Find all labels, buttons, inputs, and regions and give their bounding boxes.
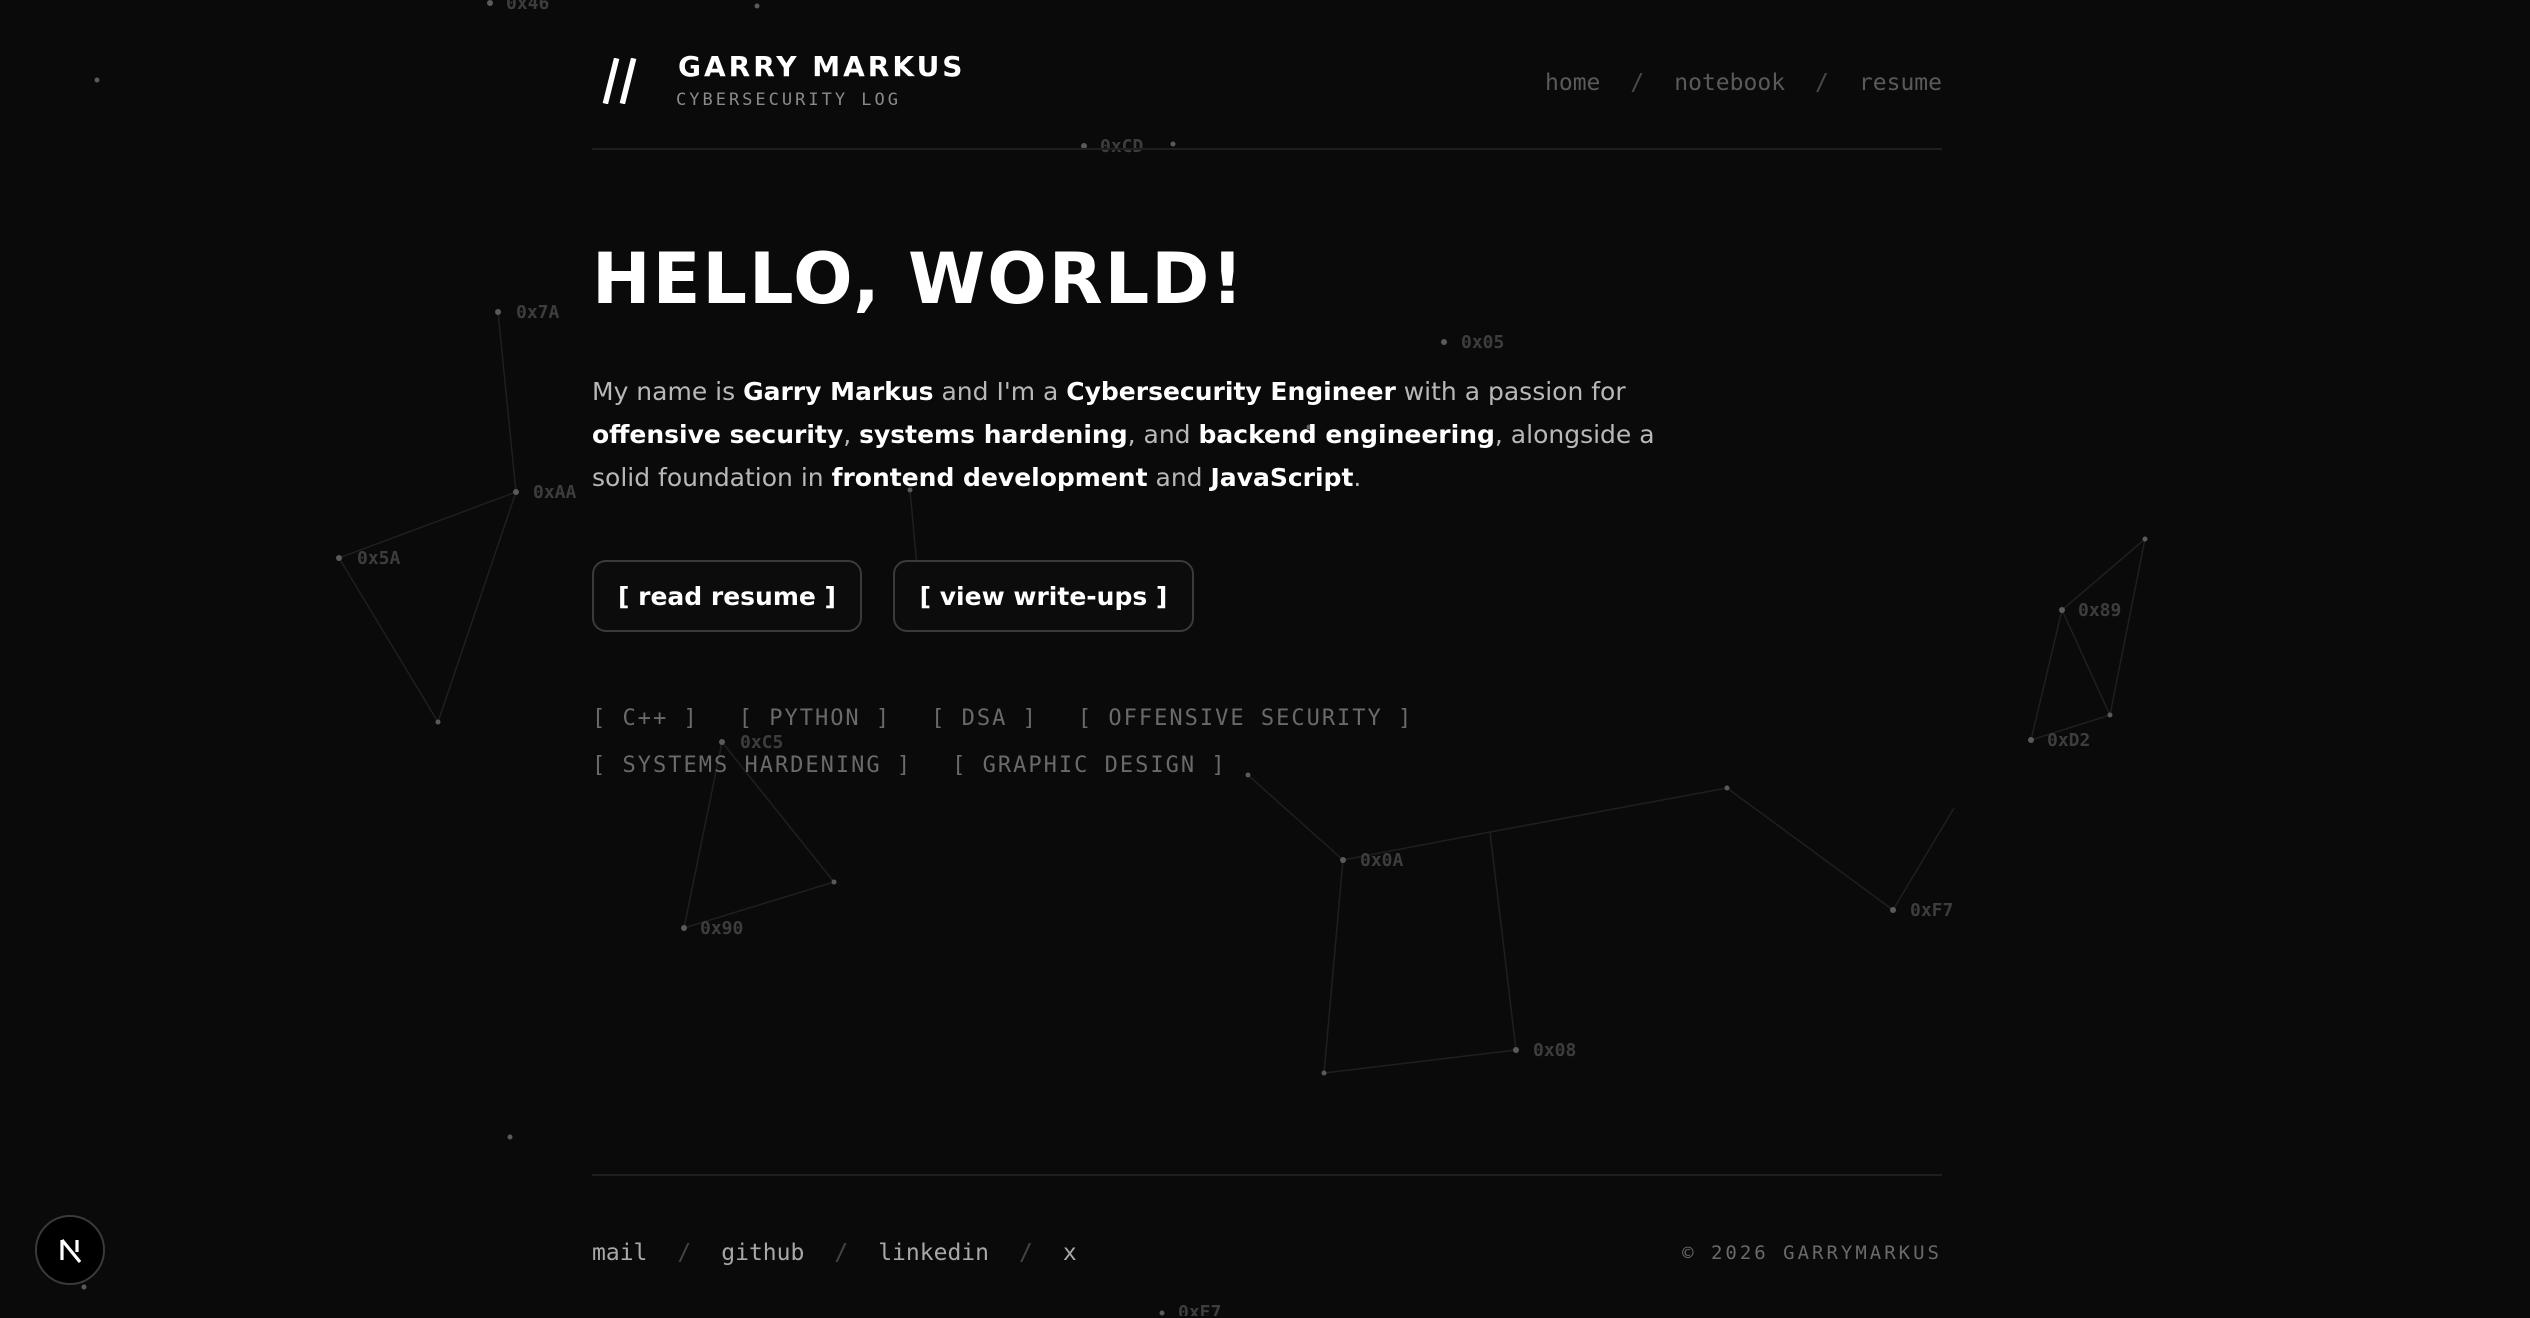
hex-label: 0xF7 — [1910, 900, 1953, 921]
skill-tag: [ DSA ] — [931, 706, 1038, 731]
hero-title: HELLO, WORLD! — [592, 238, 1246, 320]
site-footer: mail / github / linkedin / x © 2026 GARR… — [592, 1174, 1942, 1318]
intro-highlight-role: Cybersecurity Engineer — [1066, 377, 1396, 406]
intro-text: and — [1147, 463, 1211, 492]
hex-label: 0x0A — [1360, 850, 1404, 871]
intro-text: , — [843, 420, 860, 449]
hex-label: 0x5A — [357, 548, 401, 569]
hex-label: 0x08 — [1533, 1040, 1576, 1061]
copyright-text: © 2026 GARRYMARKUS — [1682, 1242, 1942, 1264]
social-link-x[interactable]: x — [1063, 1240, 1077, 1266]
site-header: GARRY MARKUS CYBERSECURITY LOG home / no… — [592, 0, 1942, 150]
skill-tag: [ PYTHON ] — [738, 706, 892, 731]
hex-label: 0x90 — [700, 918, 743, 939]
view-writeups-button[interactable]: [ view write-ups ] — [893, 560, 1194, 632]
hex-label: 0xD2 — [2047, 730, 2090, 751]
skill-tag: [ OFFENSIVE SECURITY ] — [1077, 706, 1414, 731]
nav-separator: / — [1630, 70, 1645, 96]
intro-highlight-javascript: JavaScript — [1210, 463, 1354, 492]
nav-link-resume[interactable]: resume — [1859, 70, 1942, 96]
intro-paragraph: My name is Garry Markus and I'm a Cybers… — [592, 370, 1672, 499]
nav-link-home[interactable]: home — [1545, 70, 1600, 96]
intro-text: My name is — [592, 377, 744, 406]
skill-tag: [ SYSTEMS HARDENING ] — [592, 753, 913, 778]
intro-highlight-name: Garry Markus — [743, 377, 934, 406]
social-separator: / — [834, 1240, 849, 1266]
read-resume-button[interactable]: [ read resume ] — [592, 560, 862, 632]
intro-text: and I'm a — [933, 377, 1067, 406]
next-n-icon[interactable] — [35, 1215, 105, 1285]
intro-text: with a passion for — [1395, 377, 1626, 406]
hex-label: 0x89 — [2078, 600, 2121, 621]
hex-label: 0x7A — [516, 302, 560, 323]
social-link-mail[interactable]: mail — [592, 1240, 647, 1266]
intro-text: , and — [1127, 420, 1199, 449]
intro-highlight-backend: backend engineering — [1198, 420, 1495, 449]
hex-label: 0xAA — [533, 482, 577, 503]
social-link-github[interactable]: github — [721, 1240, 804, 1266]
skill-tag: [ GRAPHIC DESIGN ] — [952, 753, 1227, 778]
intro-text: . — [1353, 463, 1362, 492]
intro-highlight-frontend: frontend development — [831, 463, 1148, 492]
intro-highlight-hardening: systems hardening — [859, 420, 1128, 449]
nav-separator: / — [1815, 70, 1829, 96]
intro-highlight-offensive: offensive security — [592, 420, 844, 449]
brand-title[interactable]: GARRY MARKUS — [678, 50, 965, 83]
main-nav: home / notebook / resume — [1545, 70, 1942, 96]
constellation-background: 0x46 0xCD 0x7A 0x05 0xAA 0x5A 0x89 0xD2 … — [81, 0, 2148, 1316]
social-link-linkedin[interactable]: linkedin — [878, 1240, 989, 1266]
hex-label: 0x46 — [506, 0, 549, 14]
social-separator: / — [677, 1240, 692, 1266]
brand-subtitle: CYBERSECURITY LOG — [676, 90, 901, 110]
skill-tag: [ C++ ] — [592, 706, 699, 731]
skill-tags: [ C++ ] [ PYTHON ] [ DSA ] [ OFFENSIVE S… — [592, 706, 1772, 778]
social-separator: / — [1018, 1240, 1033, 1266]
nav-link-notebook[interactable]: notebook — [1674, 70, 1785, 96]
double-slash-logo-icon[interactable] — [602, 57, 638, 108]
hex-label: 0x05 — [1461, 332, 1504, 353]
social-links: mail / github / linkedin / x — [592, 1240, 1077, 1266]
